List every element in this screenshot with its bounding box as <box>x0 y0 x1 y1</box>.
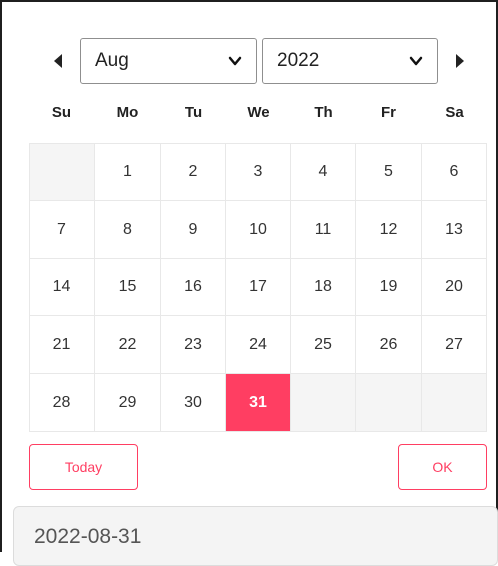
calendar-day-27[interactable]: 27 <box>422 316 487 374</box>
chevron-down-icon <box>409 56 423 66</box>
calendar-day-23[interactable]: 23 <box>161 316 226 374</box>
calendar-day-31[interactable]: 31 <box>226 374 291 432</box>
weekday-tu: Tu <box>184 104 203 121</box>
calendar-day-8[interactable]: 8 <box>95 201 161 259</box>
weekday-we: We <box>247 104 270 121</box>
triangle-right-icon <box>456 54 464 68</box>
calendar-day-14[interactable]: 14 <box>29 259 95 316</box>
calendar-empty-cell <box>291 374 356 432</box>
weekday-th: Th <box>314 104 333 121</box>
calendar-day-22[interactable]: 22 <box>95 316 161 374</box>
calendar-day-4[interactable]: 4 <box>291 143 356 201</box>
calendar-day-3[interactable]: 3 <box>226 143 291 201</box>
calendar-day-10[interactable]: 10 <box>226 201 291 259</box>
next-month-button[interactable] <box>451 52 469 70</box>
weekday-su: Su <box>51 104 72 121</box>
calendar-day-17[interactable]: 17 <box>226 259 291 316</box>
today-button[interactable]: Today <box>29 444 138 490</box>
ok-button[interactable]: OK <box>398 444 487 490</box>
calendar-grid: 1 2 3 4 5 6 7 8 9 10 11 12 13 14 15 16 17 18 19 20 21 22 23 24 2… <box>29 143 487 432</box>
calendar-day-21[interactable]: 21 <box>29 316 95 374</box>
calendar-day-16[interactable]: 16 <box>161 259 226 316</box>
calendar-day-19[interactable]: 19 <box>356 259 422 316</box>
calendar-day-6[interactable]: 6 <box>422 143 487 201</box>
calendar-day-7[interactable]: 7 <box>29 201 95 259</box>
calendar-day-29[interactable]: 29 <box>95 374 161 432</box>
calendar-day-28[interactable]: 28 <box>29 374 95 432</box>
year-select-value: 2022 <box>277 50 320 71</box>
calendar-day-13[interactable]: 13 <box>422 201 487 259</box>
calendar-day-26[interactable]: 26 <box>356 316 422 374</box>
calendar-day-5[interactable]: 5 <box>356 143 422 201</box>
calendar-empty-cell <box>29 143 95 201</box>
weekday-fr: Fr <box>381 104 396 121</box>
chevron-down-icon <box>228 56 242 66</box>
triangle-left-icon <box>54 54 62 68</box>
month-select[interactable]: Aug <box>80 38 257 84</box>
weekday-mo: Mo <box>116 104 139 121</box>
calendar-day-2[interactable]: 2 <box>161 143 226 201</box>
calendar-day-15[interactable]: 15 <box>95 259 161 316</box>
calendar-empty-cell <box>356 374 422 432</box>
calendar-day-9[interactable]: 9 <box>161 201 226 259</box>
calendar-day-18[interactable]: 18 <box>291 259 356 316</box>
date-input[interactable]: 2022-08-31 <box>13 506 498 566</box>
calendar-day-30[interactable]: 30 <box>161 374 226 432</box>
year-select[interactable]: 2022 <box>262 38 438 84</box>
calendar-day-11[interactable]: 11 <box>291 201 356 259</box>
calendar-day-24[interactable]: 24 <box>226 316 291 374</box>
weekday-sa: Sa <box>445 104 464 121</box>
prev-month-button[interactable] <box>49 52 67 70</box>
calendar-day-12[interactable]: 12 <box>356 201 422 259</box>
calendar-day-1[interactable]: 1 <box>95 143 161 201</box>
calendar-empty-cell <box>422 374 487 432</box>
calendar-day-25[interactable]: 25 <box>291 316 356 374</box>
month-select-value: Aug <box>95 50 129 71</box>
calendar-day-20[interactable]: 20 <box>422 259 487 316</box>
